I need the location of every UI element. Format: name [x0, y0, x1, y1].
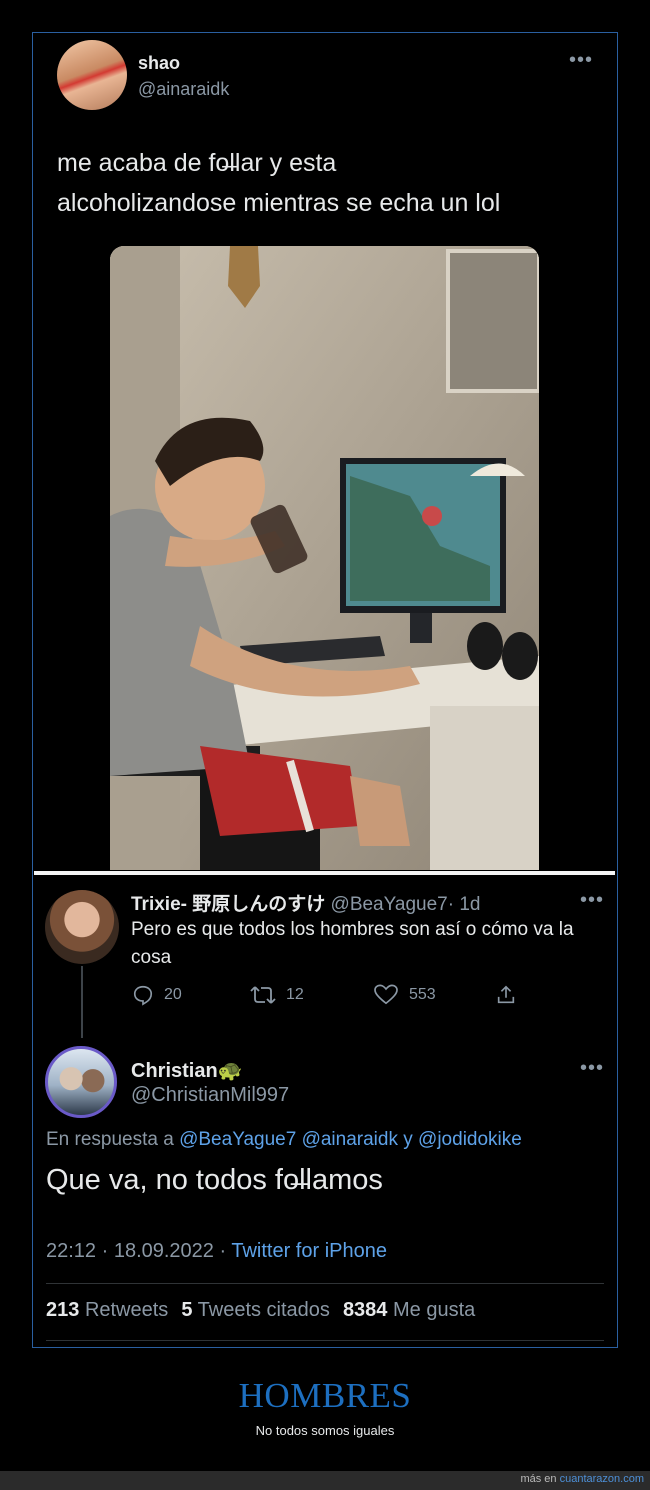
- reply-header: Trixie- 野原しんのすけ @BeaYague7· 1d: [131, 889, 480, 916]
- likes-label: Me gusta: [393, 1299, 476, 1321]
- author-handle[interactable]: @ainaraidk: [138, 79, 229, 100]
- reply-author-handle[interactable]: @BeaYague7: [331, 894, 448, 915]
- retweets-stat[interactable]: 213 Retweets: [46, 1299, 168, 1322]
- divider: [46, 1340, 604, 1341]
- more-icon[interactable]: •••: [580, 890, 604, 910]
- in-reply-prefix: En respuesta a: [46, 1129, 174, 1150]
- source-link[interactable]: Twitter for iPhone: [231, 1240, 387, 1262]
- tweet-stats: 213 Retweets 5 Tweets citados 8384 Me gu…: [46, 1299, 475, 1322]
- timestamp[interactable]: 22:12 · 18.09.2022 ·: [46, 1240, 226, 1262]
- quotes-count: 5: [181, 1299, 193, 1321]
- mention-link[interactable]: @ainaraidk: [302, 1129, 398, 1150]
- main-author-handle[interactable]: @ChristianMil997: [131, 1084, 289, 1107]
- like-action[interactable]: 553: [373, 983, 436, 1007]
- credit-prefix: más en: [520, 1473, 557, 1485]
- retweets-label: Retweets: [84, 1299, 169, 1321]
- tweet-photo[interactable]: [110, 246, 539, 870]
- page-title: HOMBRES: [238, 1376, 412, 1415]
- quotes-stat[interactable]: 5 Tweets citados: [181, 1299, 330, 1322]
- divider: [46, 1283, 604, 1284]
- avatar[interactable]: [45, 1046, 117, 1118]
- footer-bar: más en cuantarazon.com: [0, 1471, 650, 1490]
- divider: [34, 871, 615, 875]
- page-subtitle: No todos somos iguales: [255, 1423, 395, 1438]
- tweet-meta: 22:12 · 18.09.2022 · Twitter for iPhone: [46, 1240, 387, 1263]
- quotes-label: Tweets citados: [197, 1299, 330, 1321]
- retweet-count: 12: [286, 986, 304, 1003]
- reply-author-name[interactable]: Trixie- 野原しんのすけ: [131, 894, 325, 915]
- reply-time[interactable]: · 1d: [448, 894, 481, 915]
- retweets-count: 213: [46, 1299, 80, 1321]
- main-author[interactable]: Christian🐢: [131, 1058, 243, 1083]
- author-name[interactable]: shao: [138, 53, 180, 74]
- reply-icon: [133, 985, 153, 1006]
- avatar[interactable]: [57, 40, 127, 110]
- heart-icon: [374, 984, 398, 1005]
- photo-illustration: [110, 246, 539, 870]
- like-count: 553: [409, 986, 436, 1003]
- thread-line: [81, 966, 83, 1038]
- mention-connector: y: [403, 1129, 413, 1150]
- credit: más en cuantarazon.com: [520, 1473, 644, 1485]
- in-reply-to: En respuesta a @BeaYague7 @ainaraidk y @…: [46, 1129, 522, 1151]
- more-icon[interactable]: •••: [569, 50, 593, 70]
- likes-stat[interactable]: 8384 Me gusta: [343, 1299, 475, 1322]
- likes-count: 8384: [342, 1299, 388, 1321]
- more-icon[interactable]: •••: [580, 1058, 604, 1078]
- tweet-text: me acaba de fo̶llar y esta alcoholizando…: [57, 143, 597, 223]
- share-icon: [497, 985, 515, 1004]
- reply-count: 20: [164, 986, 182, 1003]
- share-action[interactable]: [495, 983, 527, 1007]
- retweet-icon: [250, 986, 276, 1004]
- turtle-icon: 🐢: [217, 1060, 243, 1082]
- reply-action[interactable]: 20: [132, 983, 182, 1007]
- reply-text: Pero es que todos los hombres son así o …: [131, 919, 574, 968]
- avatar[interactable]: [45, 890, 119, 964]
- retweet-action[interactable]: 12: [250, 983, 304, 1007]
- tweet-text-line: alcoholizandose mientras se echa un lol: [57, 189, 501, 217]
- mention-link[interactable]: @BeaYague7: [179, 1129, 296, 1150]
- mention-link[interactable]: @jodidokike: [418, 1129, 522, 1150]
- main-author-name: Christian: [131, 1060, 218, 1082]
- tweet-text-line: me acaba de fo̶llar y esta: [57, 149, 337, 177]
- site-link[interactable]: cuantarazon.com: [560, 1473, 644, 1485]
- main-text: Que va, no todos fo̶llamos: [46, 1164, 383, 1196]
